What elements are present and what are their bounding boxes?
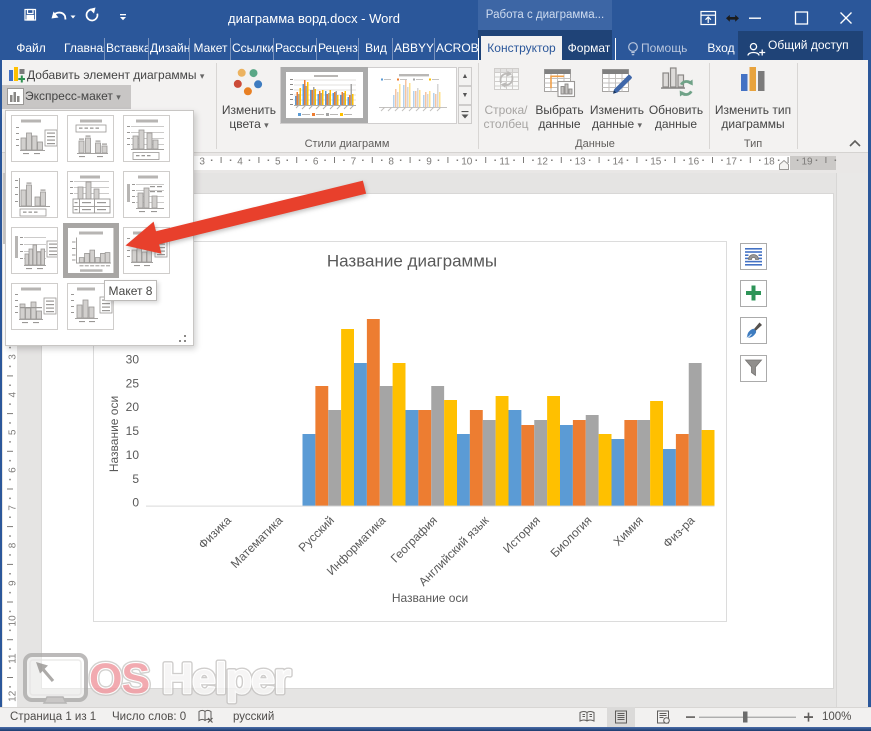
svg-text:17: 17: [726, 157, 738, 168]
svg-text:20: 20: [126, 400, 140, 414]
svg-text:30: 30: [126, 353, 140, 367]
svg-text:10: 10: [461, 157, 473, 168]
svg-text:Название оси: Название оси: [107, 396, 121, 472]
svg-text:7: 7: [8, 505, 19, 511]
svg-text:9: 9: [426, 157, 432, 168]
svg-text:15: 15: [650, 157, 662, 168]
svg-text:5: 5: [8, 429, 19, 435]
svg-text:3: 3: [8, 354, 19, 360]
svg-text:4: 4: [8, 391, 19, 397]
svg-text:14: 14: [612, 157, 624, 168]
svg-text:18: 18: [764, 157, 776, 168]
svg-text:10: 10: [8, 615, 19, 627]
svg-text:OS: OS: [89, 655, 149, 703]
svg-text:Helper: Helper: [162, 655, 291, 703]
svg-text:11: 11: [499, 157, 510, 168]
svg-text:Название оси: Название оси: [392, 591, 468, 605]
svg-text:10: 10: [126, 448, 140, 462]
svg-text:13: 13: [575, 157, 587, 168]
svg-text:25: 25: [126, 376, 140, 390]
svg-text:15: 15: [126, 424, 140, 438]
svg-text:16: 16: [688, 157, 700, 168]
svg-text:0: 0: [132, 496, 139, 510]
svg-text:12: 12: [537, 157, 549, 168]
svg-text:9: 9: [8, 580, 19, 586]
svg-text:5: 5: [132, 472, 139, 486]
svg-text:19: 19: [801, 157, 813, 168]
svg-text:8: 8: [8, 542, 19, 548]
svg-text:6: 6: [8, 467, 19, 473]
